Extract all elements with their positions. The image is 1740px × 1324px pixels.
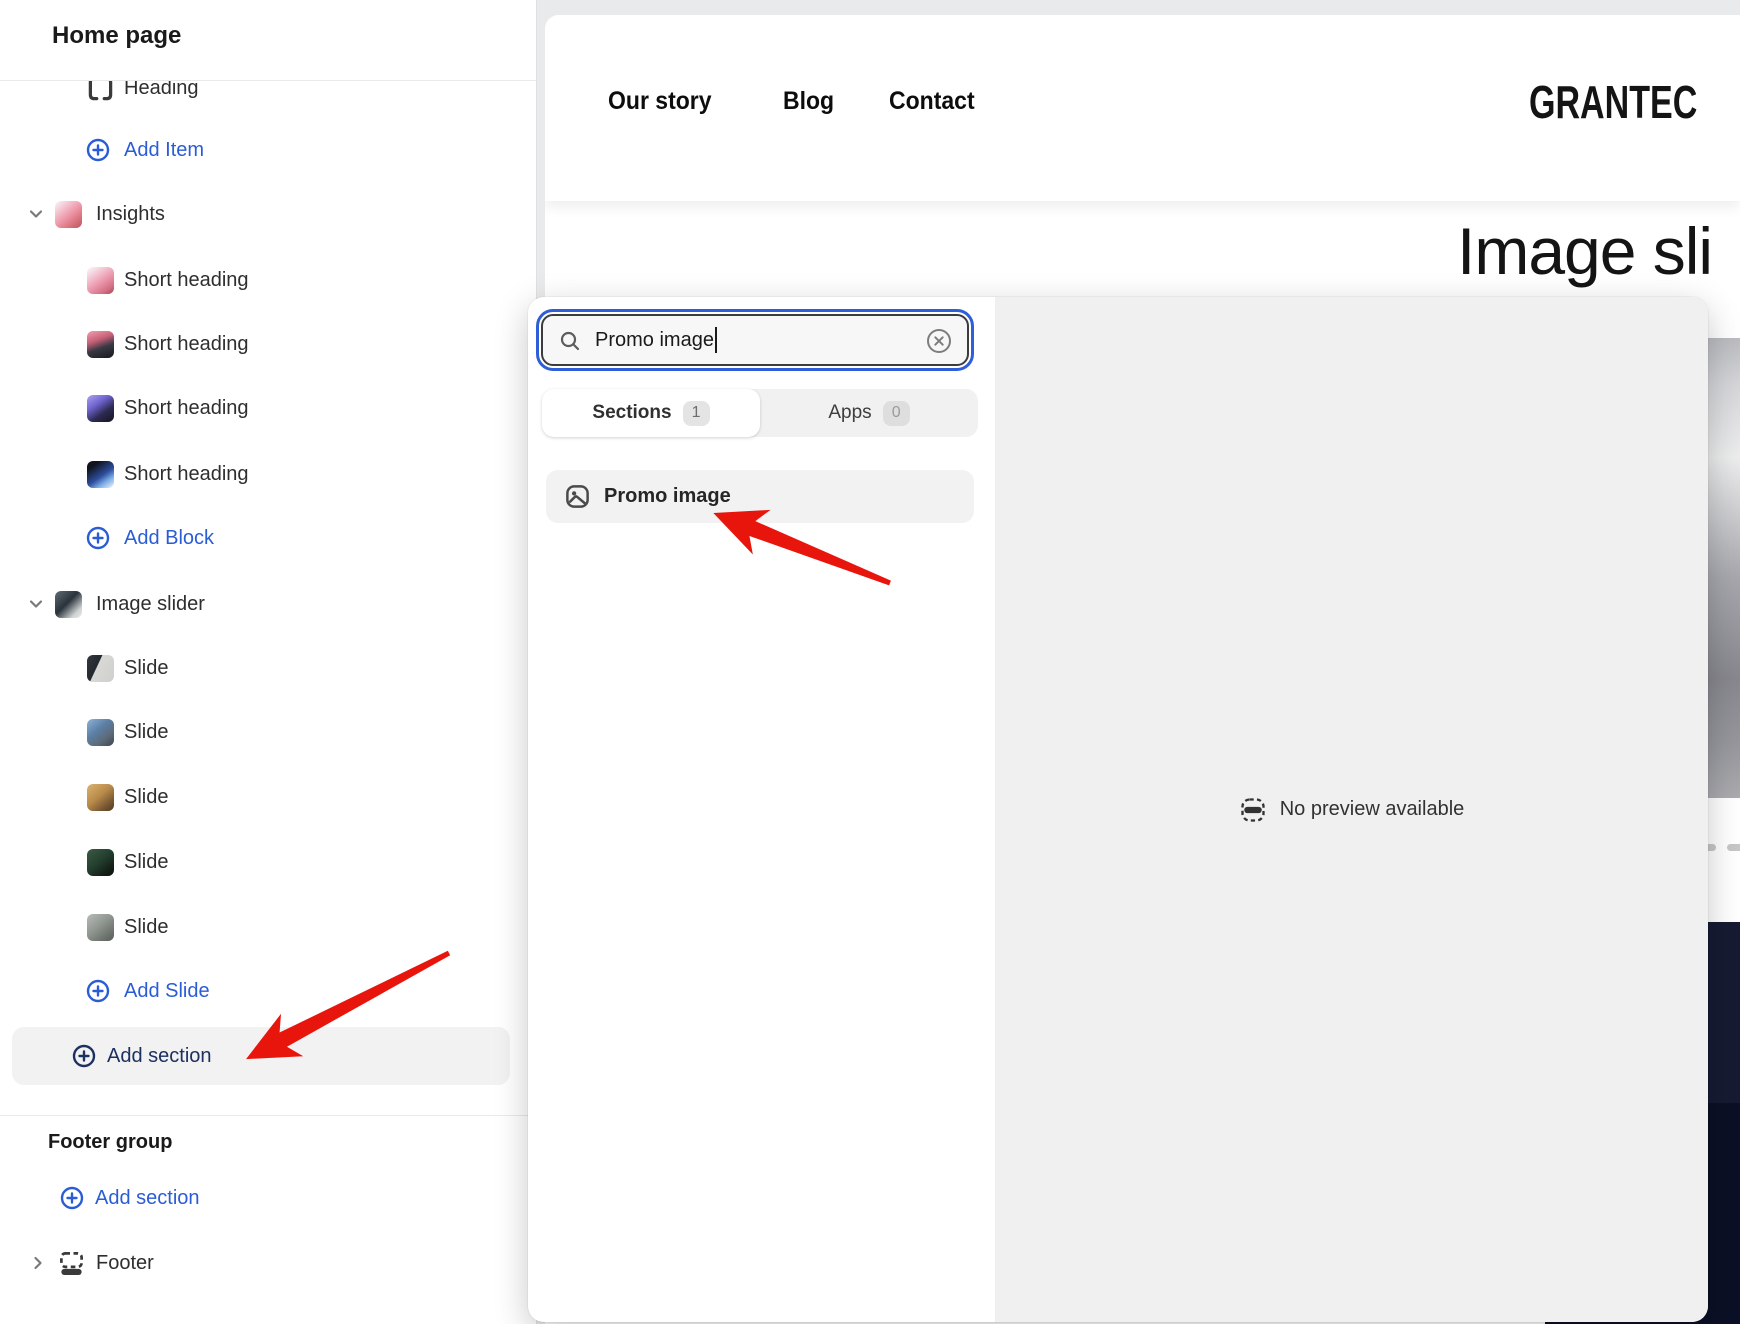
text-caret (715, 327, 717, 353)
sidebar-header: Home page (0, 0, 536, 81)
section-label: Image slider (96, 593, 205, 616)
section-thumbnail (55, 201, 82, 228)
section-label: Insights (96, 203, 165, 226)
sidebar-item-label: Heading (124, 81, 199, 100)
clear-search-icon[interactable] (925, 327, 953, 355)
block-label: Slide (124, 721, 168, 744)
sections-sidebar: Heading Add Item Insights Short heading (0, 0, 537, 1324)
search-input-value: Promo image (595, 329, 714, 352)
sidebar-section-insights[interactable]: Insights (0, 182, 535, 246)
chevron-down-icon[interactable] (28, 596, 44, 612)
add-slide-label: Add Slide (124, 980, 210, 1003)
sections-tree: Heading Add Item Insights Short heading (0, 81, 535, 1324)
slider-pagination-dash[interactable] (1727, 844, 1740, 851)
plus-circle-icon (72, 1044, 96, 1068)
sidebar-section-footer[interactable]: Footer (0, 1231, 535, 1295)
sidebar-block-short-heading-1[interactable]: Short heading (0, 248, 535, 312)
sidebar-block-short-heading-2[interactable]: Short heading (0, 312, 535, 376)
sidebar-block-slide-2[interactable]: Slide (0, 700, 535, 764)
search-result-tabs: Sections 1 Apps 0 (542, 389, 978, 437)
add-slide-button[interactable]: Add Slide (0, 959, 535, 1023)
tab-apps[interactable]: Apps 0 (760, 389, 978, 437)
add-item-label: Add Item (124, 139, 204, 162)
search-result-label: Promo image (604, 485, 731, 508)
no-preview-message: No preview available (1280, 798, 1465, 821)
chevron-down-icon[interactable] (28, 206, 44, 222)
sidebar-block-short-heading-3[interactable]: Short heading (0, 376, 535, 440)
block-label: Short heading (124, 463, 249, 486)
section-search-input[interactable]: Promo image (541, 314, 969, 366)
block-thumbnail (87, 267, 114, 294)
tab-apps-label: Apps (828, 402, 871, 424)
plus-circle-icon (86, 138, 110, 162)
block-label: Slide (124, 657, 168, 680)
block-label: Slide (124, 851, 168, 874)
sidebar-block-slide-5[interactable]: Slide (0, 895, 535, 959)
add-section-popup: Promo image Sections 1 Apps 0 (528, 297, 1708, 1322)
sidebar-block-slide-3[interactable]: Slide (0, 765, 535, 829)
sidebar-block-short-heading-4[interactable]: Short heading (0, 442, 535, 506)
store-logo[interactable]: GRANTEC (1529, 75, 1697, 129)
nav-link-contact[interactable]: Contact (889, 87, 975, 116)
tab-apps-count-badge: 0 (883, 401, 910, 426)
search-result-promo-image[interactable]: Promo image (546, 470, 974, 523)
search-icon (559, 330, 581, 352)
page-title: Home page (52, 22, 181, 50)
section-preview-panel: No preview available (995, 297, 1708, 1322)
sidebar-section-image-slider[interactable]: Image slider (0, 572, 535, 636)
block-thumbnail (87, 784, 114, 811)
sidebar-block-slide-1[interactable]: Slide (0, 636, 535, 700)
section-thumbnail (55, 591, 82, 618)
add-section-button-active[interactable]: Add section (12, 1027, 510, 1085)
theme-editor: Our story Blog Contact GRANTEC Image sli… (0, 0, 1740, 1324)
block-label: Short heading (124, 333, 249, 356)
add-section-label: Add section (107, 1045, 212, 1068)
footer-add-section-button[interactable]: Add section (0, 1166, 535, 1230)
block-label: Short heading (124, 269, 249, 292)
tab-sections-count-badge: 1 (683, 401, 710, 426)
sidebar-block-slide-4[interactable]: Slide (0, 830, 535, 894)
plus-circle-icon (60, 1186, 84, 1210)
block-thumbnail (87, 655, 114, 682)
add-item-button[interactable]: Add Item (0, 118, 535, 182)
footer-add-section-label: Add section (95, 1187, 200, 1210)
nav-link-our-story[interactable]: Our story (608, 87, 712, 116)
block-thumbnail (87, 914, 114, 941)
block-thumbnail (87, 331, 114, 358)
block-label: Short heading (124, 397, 249, 420)
heading-block-icon (87, 81, 114, 102)
storefront-header: Our story Blog Contact GRANTEC (545, 15, 1740, 201)
nav-link-blog[interactable]: Blog (783, 87, 834, 116)
chevron-right-icon[interactable] (30, 1255, 46, 1271)
image-section-icon (564, 483, 591, 510)
plus-circle-icon (86, 979, 110, 1003)
footer-group-title: Footer group (48, 1131, 172, 1154)
tab-sections[interactable]: Sections 1 (542, 389, 760, 437)
footer-section-icon (58, 1250, 85, 1277)
block-thumbnail (87, 395, 114, 422)
image-slider-heading: Image sli (1457, 213, 1712, 289)
plus-circle-icon (86, 526, 110, 550)
block-thumbnail (87, 849, 114, 876)
block-label: Slide (124, 916, 168, 939)
add-block-label: Add Block (124, 527, 214, 550)
add-block-button[interactable]: Add Block (0, 506, 535, 570)
footer-section-label: Footer (96, 1252, 154, 1275)
section-placeholder-icon (1239, 796, 1267, 824)
tab-sections-label: Sections (592, 402, 671, 424)
block-label: Slide (124, 786, 168, 809)
sidebar-item-heading[interactable]: Heading (0, 81, 535, 120)
block-thumbnail (87, 461, 114, 488)
block-thumbnail (87, 719, 114, 746)
sidebar-divider (0, 1115, 535, 1116)
